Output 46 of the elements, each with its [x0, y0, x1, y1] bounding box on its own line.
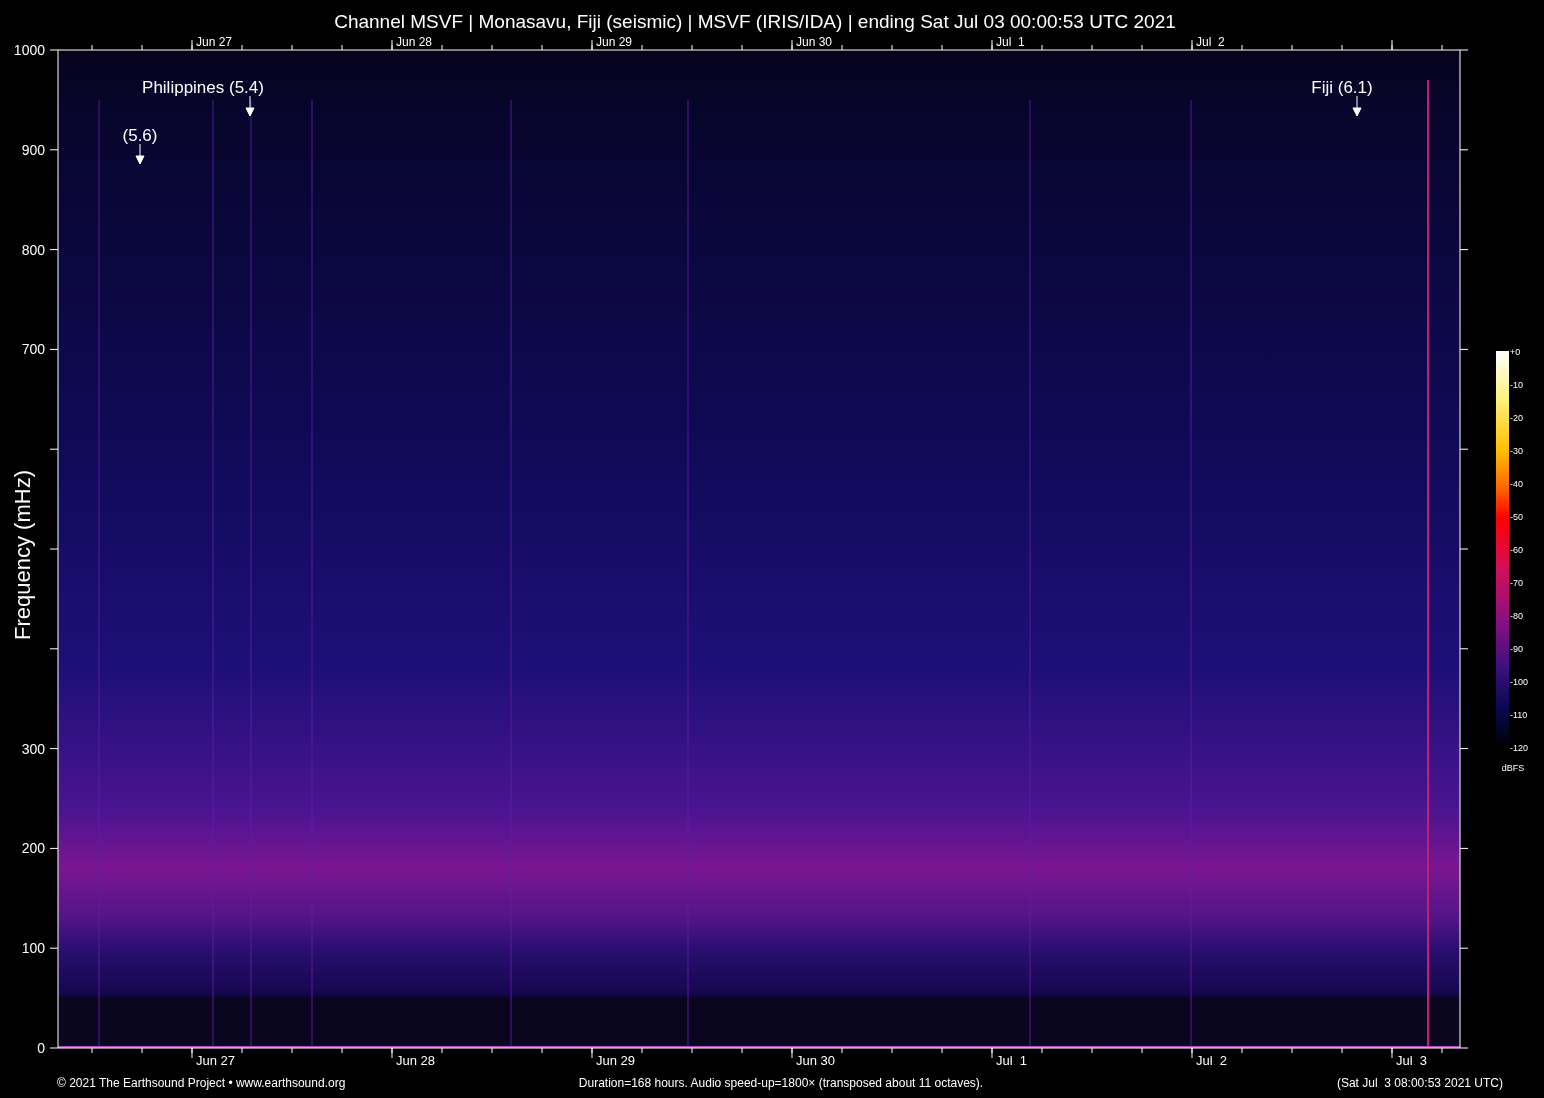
footer-time: (Sat Jul 3 08:00:53 2021 UTC)	[1336, 1076, 1503, 1090]
x-tick-label: Jun 29	[596, 1053, 636, 1068]
footer-credit: © 2021 The Earthsound Project • www.earthsound.org	[57, 1076, 346, 1090]
colorbar-tick-label: +0	[1510, 347, 1521, 357]
chart-title: Channel MSVF | Monasavu, Fiji (seismic) | MSVF (IRIS/IDA) | ending Sat Jul 03 00:00:53 UTC 2021	[334, 11, 1176, 32]
event-label: (5.6)	[122, 126, 158, 145]
y-tick-label: 800	[21, 241, 45, 258]
y-tick-label: 100	[21, 940, 45, 957]
x-tick-label: Jul 3	[1396, 1053, 1428, 1068]
colorbar-unit: dBFS	[1501, 763, 1525, 773]
y-tick-label: 1000	[13, 42, 45, 58]
x-tick-label: Jul 2	[1196, 35, 1225, 49]
y-tick-label: 900	[21, 141, 45, 158]
x-tick-label: Jun 28	[396, 35, 433, 49]
x-tick-label: Jul 1	[996, 1053, 1028, 1068]
x-tick-label: Jun 30	[796, 35, 833, 49]
x-tick-label: Jun 28	[396, 1053, 436, 1068]
arrow-icon	[1352, 95, 1362, 117]
event-label: Fiji (6.1)	[1311, 78, 1373, 97]
x-tick-label: Jun 27	[196, 35, 233, 49]
colorbar-tick-label: -120	[1510, 743, 1528, 753]
y-tick-label: 300	[21, 740, 45, 757]
y-tick-label: 700	[21, 341, 45, 358]
colorbar-tick-label: -70	[1510, 578, 1523, 588]
y-tick-label: 0	[37, 1040, 45, 1056]
event-label: Philippines (5.4)	[142, 78, 264, 97]
colorbar-tick-label: -110	[1510, 710, 1528, 720]
footer-info: Duration=168 hours. Audio speed-up=1800× (transposed about 11 octaves).	[578, 1076, 984, 1090]
colorbar-tick-label: -30	[1510, 446, 1523, 456]
colorbar-tick-label: -40	[1510, 479, 1523, 489]
y-axis-title: Frequency (mHz)	[10, 470, 35, 640]
x-tick-label: Jul 2	[1196, 1053, 1228, 1068]
colorbar-tick-label: -50	[1510, 512, 1523, 522]
colorbar-tick-label: -100	[1510, 677, 1528, 687]
x-tick-label: Jun 29	[596, 35, 633, 49]
colorbar-tick-label: -20	[1510, 413, 1523, 423]
x-tick-label: Jul 1	[996, 35, 1025, 49]
y-tick-label: 200	[21, 840, 45, 857]
x-tick-label: Jun 30	[796, 1053, 836, 1068]
x-tick-label: Jun 27	[196, 1053, 236, 1068]
colorbar-tick-label: -10	[1510, 380, 1523, 390]
colorbar-tick-label: -60	[1510, 545, 1523, 555]
colorbar-tick-label: -90	[1510, 644, 1523, 654]
colorbar-tick-label: -80	[1510, 611, 1523, 621]
arrow-icon	[135, 143, 145, 165]
arrow-icon	[245, 95, 255, 117]
